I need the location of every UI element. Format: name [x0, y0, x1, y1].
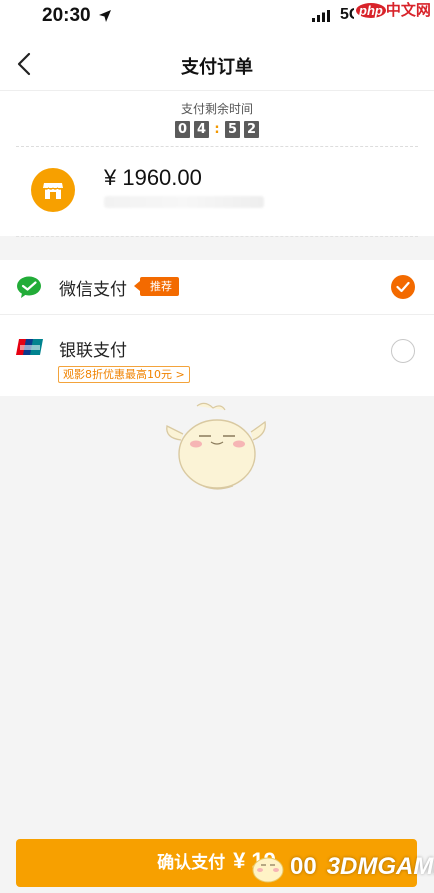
wechat-pay-icon: [17, 276, 41, 298]
cellular-signal-icon: [312, 10, 330, 22]
chick-watermark-icon: [252, 857, 284, 883]
payment-option-label: 微信支付: [59, 280, 127, 300]
unselected-radio-icon[interactable]: [391, 339, 415, 363]
unionpay-icon: [16, 339, 43, 355]
countdown-digit: 5: [225, 121, 240, 138]
php-watermark: php 中文网: [354, 0, 433, 22]
confirm-label: 确认支付: [157, 853, 226, 873]
countdown-digit: 2: [244, 121, 259, 138]
payment-method-list: 微信支付 推荐 银联支付 观影8折优惠最高10元 >: [0, 260, 434, 396]
watermark-amount-tail: 00: [290, 853, 317, 880]
redacted-order-info: [104, 196, 264, 208]
countdown-timer: 0 4 : 5 2: [0, 121, 434, 138]
countdown-separator: :: [214, 122, 220, 137]
page-title: 支付订单: [181, 57, 253, 78]
countdown-label: 支付剩余时间: [180, 102, 253, 116]
status-bar: 20:30 5G php 中文网: [0, 0, 434, 36]
mascot-illustration: [166, 402, 266, 490]
order-summary: 支付剩余时间 0 4 : 5 2 ¥ 1960.00: [0, 90, 434, 237]
promo-tag[interactable]: 观影8折优惠最高10元 >: [58, 366, 190, 383]
divider: [16, 146, 418, 147]
payment-option-wechat[interactable]: 微信支付 推荐: [0, 260, 434, 315]
status-time: 20:30: [42, 5, 91, 26]
nav-bar: 支付订单: [0, 36, 434, 90]
countdown-digit: 0: [175, 121, 190, 138]
recommended-badge: 推荐: [134, 277, 179, 296]
payment-option-label: 银联支付: [59, 341, 127, 361]
3dm-watermark: 00 3DMGAME: [250, 848, 434, 886]
watermark-text: 3DMGAME: [326, 853, 434, 880]
countdown-digit: 4: [194, 121, 209, 138]
divider: [16, 236, 418, 237]
order-amount: ¥ 1960.00: [104, 165, 202, 190]
location-arrow-icon: [99, 10, 111, 22]
selected-check-icon[interactable]: [391, 275, 415, 299]
store-icon: [31, 168, 75, 212]
payment-option-unionpay[interactable]: 银联支付 观影8折优惠最高10元 >: [0, 315, 434, 396]
